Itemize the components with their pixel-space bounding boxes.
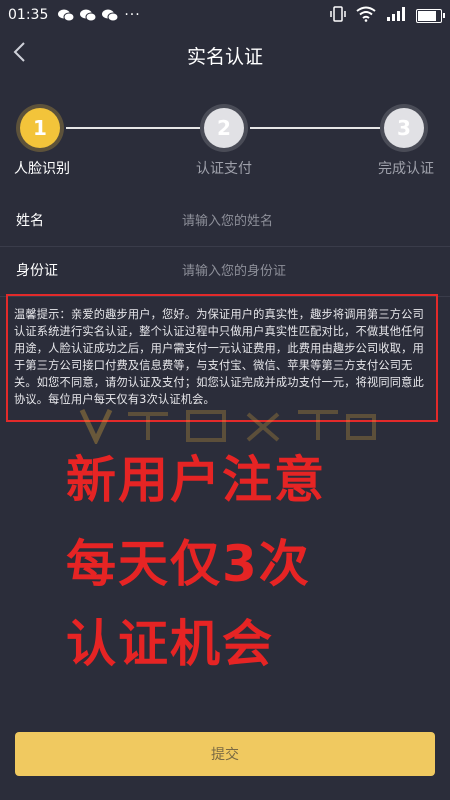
step-3-circle: 3	[384, 108, 424, 148]
step-1-label: 人脸识别	[14, 161, 70, 177]
nav-bar: 实名认证	[0, 30, 450, 78]
battery-icon	[416, 9, 445, 23]
wechat-icon	[102, 9, 119, 22]
name-row: 姓名	[0, 196, 450, 247]
notification-icons: ···	[58, 7, 140, 23]
overlay-line-1: 新用户注意	[66, 451, 326, 509]
notice-box: 温馨提示：亲爱的趣步用户，您好。为保证用户的真实性，趣步将调用第三方公司认证系统…	[6, 294, 438, 422]
system-icons	[330, 5, 445, 27]
watermark-logo	[79, 408, 376, 444]
step-progress: 1 2 3 人脸识别 认证支付 完成认证	[0, 100, 450, 180]
overlay-line-2: 每天仅3次	[66, 535, 311, 593]
step-connector	[250, 127, 380, 129]
step-3-label: 完成认证	[378, 161, 434, 177]
status-bar: 01:35 ···	[0, 0, 450, 30]
step-1-circle: 1	[20, 108, 60, 148]
wechat-icon	[58, 9, 75, 22]
vibrate-icon	[330, 5, 346, 27]
wechat-icon	[80, 9, 97, 22]
signal-icon	[386, 6, 406, 26]
status-time: 01:35	[8, 7, 49, 23]
step-2-label: 认证支付	[196, 161, 252, 177]
overlay-line-3: 认证机会	[66, 615, 274, 673]
notice-text: 温馨提示：亲爱的趣步用户，您好。为保证用户的真实性，趣步将调用第三方公司认证系统…	[14, 308, 424, 406]
step-connector	[66, 127, 200, 129]
name-field[interactable]	[180, 208, 434, 234]
step-2-circle: 2	[204, 108, 244, 148]
name-label: 姓名	[16, 213, 44, 229]
id-row: 身份证	[0, 246, 450, 297]
submit-button[interactable]: 提交	[15, 732, 435, 776]
id-card-field[interactable]	[180, 258, 434, 284]
id-label: 身份证	[16, 263, 58, 279]
wifi-icon	[356, 6, 376, 26]
page-title: 实名认证	[186, 46, 263, 68]
more-dots-icon: ···	[124, 7, 141, 23]
